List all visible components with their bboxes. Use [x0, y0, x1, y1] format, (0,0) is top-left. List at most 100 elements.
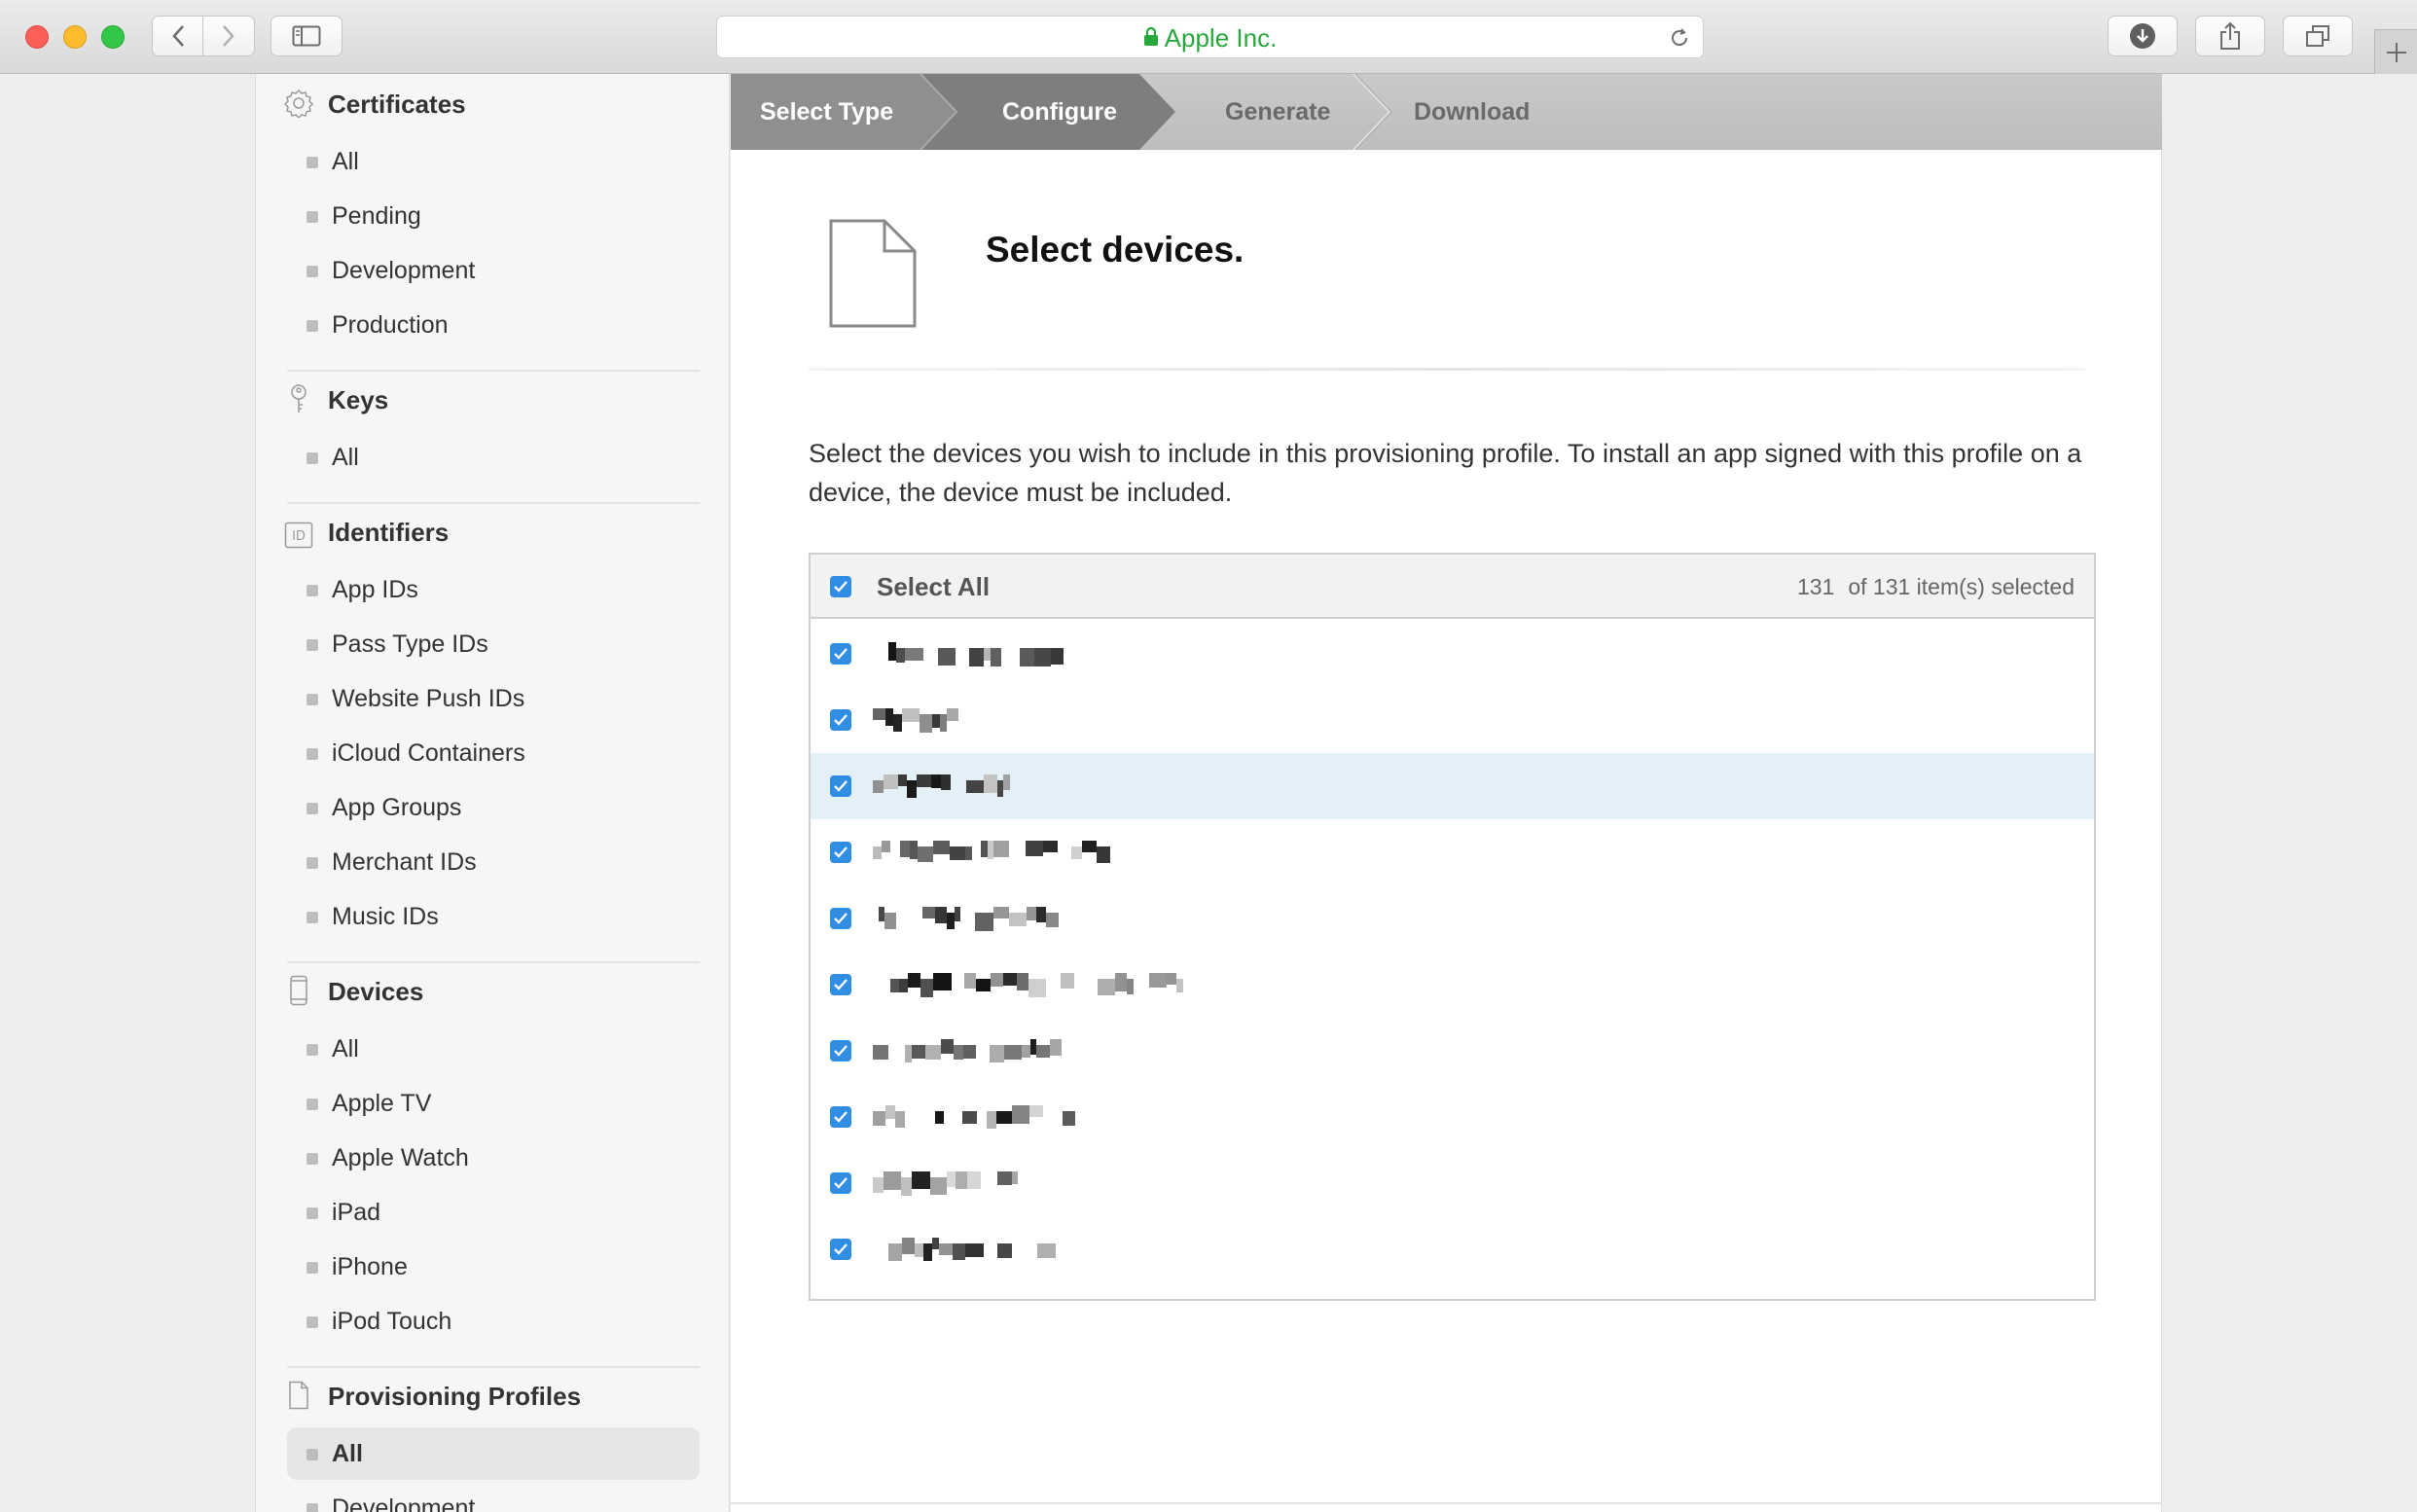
key-icon — [283, 383, 314, 414]
nav-devices-ipad[interactable]: iPad — [287, 1186, 700, 1239]
sidebar-nav: Certificates All Pending Development Pro… — [255, 74, 730, 1512]
nav-keys-all[interactable]: All — [287, 431, 700, 484]
divider — [287, 370, 700, 372]
download-icon — [2130, 23, 2155, 49]
device-row[interactable] — [811, 1018, 2094, 1084]
document-icon — [829, 219, 917, 328]
bullet — [307, 157, 318, 168]
zoom-window-button[interactable] — [101, 25, 125, 49]
device-row[interactable] — [811, 753, 2094, 819]
device-row[interactable] — [811, 885, 2094, 952]
device-checkbox[interactable] — [830, 775, 851, 797]
nav-certificates-all[interactable]: All — [287, 135, 700, 188]
nav-label: Website Push IDs — [332, 685, 525, 712]
device-checkbox[interactable] — [830, 709, 851, 731]
description-text: Select the devices you wish to include i… — [809, 439, 2082, 507]
bullet — [307, 1207, 318, 1219]
nav-devices-apple-watch[interactable]: Apple Watch — [287, 1132, 700, 1184]
device-row[interactable] — [811, 819, 2094, 885]
page-title: Select devices. — [986, 230, 1245, 270]
close-window-button[interactable] — [25, 25, 49, 49]
device-name-redacted — [873, 907, 1059, 931]
nav-label: Pending — [332, 202, 421, 230]
select-all-checkbox[interactable] — [830, 576, 851, 597]
device-checkbox[interactable] — [830, 643, 851, 665]
checkmark-icon — [834, 648, 848, 660]
checkmark-icon — [834, 979, 848, 990]
tab-overview-button[interactable] — [2283, 16, 2353, 56]
reload-button[interactable] — [1668, 26, 1691, 54]
lock-icon — [1143, 27, 1158, 47]
bullet — [307, 1503, 318, 1512]
device-row[interactable] — [811, 1150, 2094, 1216]
device-row[interactable] — [811, 1084, 2094, 1150]
forward-button[interactable] — [203, 16, 255, 56]
bullet — [307, 585, 318, 596]
device-row[interactable] — [811, 952, 2094, 1018]
device-name-redacted — [873, 1105, 1075, 1129]
sidebar-icon — [292, 25, 321, 47]
id-badge-icon: ID — [283, 520, 314, 551]
reload-icon — [1672, 28, 1688, 47]
device-name-redacted — [873, 1171, 1033, 1196]
document-icon — [283, 1380, 314, 1411]
device-row[interactable] — [811, 687, 2094, 753]
device-checkbox[interactable] — [830, 1106, 851, 1128]
nav-identifiers-website-push-ids[interactable]: Website Push IDs — [287, 672, 700, 725]
device-checkbox[interactable] — [830, 1172, 851, 1194]
nav-profiles-all[interactable]: All — [287, 1427, 700, 1480]
checkmark-icon — [834, 1045, 848, 1057]
device-name-redacted — [873, 841, 1116, 864]
device-checkbox[interactable] — [830, 974, 851, 995]
device-row[interactable] — [811, 621, 2094, 687]
nav-certificates-pending[interactable]: Pending — [287, 190, 700, 242]
divider — [287, 961, 700, 963]
checkmark-icon — [834, 714, 848, 726]
nav-identifiers-icloud-containers[interactable]: iCloud Containers — [287, 727, 700, 779]
share-button[interactable] — [2195, 16, 2265, 56]
device-icon — [283, 975, 314, 1006]
content-footer-divider — [731, 1502, 2162, 1504]
nav-certificates-development[interactable]: Development — [287, 244, 700, 297]
plus-icon — [2386, 42, 2406, 62]
device-checkbox[interactable] — [830, 1040, 851, 1062]
nav-certificates-production[interactable]: Production — [287, 299, 700, 351]
nav-profiles-development[interactable]: Development — [287, 1482, 700, 1512]
downloads-button[interactable] — [2108, 16, 2178, 56]
step-progress: Select Type Configure Generate Download — [731, 74, 2162, 150]
svg-text:ID: ID — [292, 529, 306, 544]
selected-count-suffix: of 131 item(s) selected — [1848, 574, 2074, 599]
sidebar-toggle-button[interactable] — [271, 16, 343, 56]
back-button[interactable] — [152, 16, 203, 56]
nav-identifiers-app-groups[interactable]: App Groups — [287, 781, 700, 834]
nav-devices-ipod-touch[interactable]: iPod Touch — [287, 1295, 700, 1348]
nav-devices-all[interactable]: All — [287, 1023, 700, 1075]
section-title-provisioning-profiles: Provisioning Profiles — [328, 1382, 582, 1411]
bullet — [307, 1262, 318, 1274]
nav-label: iPad — [332, 1199, 381, 1226]
device-name-redacted — [873, 1238, 1056, 1261]
nav-devices-iphone[interactable]: iPhone — [287, 1241, 700, 1293]
nav-devices-apple-tv[interactable]: Apple TV — [287, 1077, 700, 1130]
device-checkbox[interactable] — [830, 908, 851, 929]
address-bar[interactable]: Apple Inc. — [716, 16, 1704, 58]
nav-identifiers-app-ids[interactable]: App IDs — [287, 563, 700, 616]
divider — [287, 502, 700, 504]
select-all-label[interactable]: Select All — [877, 555, 990, 619]
nav-identifiers-merchant-ids[interactable]: Merchant IDs — [287, 836, 700, 888]
device-checkbox[interactable] — [830, 842, 851, 863]
device-row[interactable] — [811, 1216, 2094, 1282]
nav-label: Music IDs — [332, 903, 439, 930]
bullet — [307, 1153, 318, 1165]
tabs-icon — [2306, 25, 2329, 47]
nav-identifiers-pass-type-ids[interactable]: Pass Type IDs — [287, 618, 700, 670]
device-list-header: Select All 131 of 131 item(s) selected — [811, 555, 2094, 619]
nav-label: Development — [332, 1494, 476, 1512]
chevron-right-icon — [223, 25, 234, 47]
minimize-window-button[interactable] — [63, 25, 87, 49]
nav-identifiers-music-ids[interactable]: Music IDs — [287, 890, 700, 943]
section-title-certificates: Certificates — [328, 90, 466, 119]
new-tab-button[interactable] — [2374, 29, 2417, 74]
device-checkbox[interactable] — [830, 1239, 851, 1260]
nav-label: Apple Watch — [332, 1144, 469, 1171]
